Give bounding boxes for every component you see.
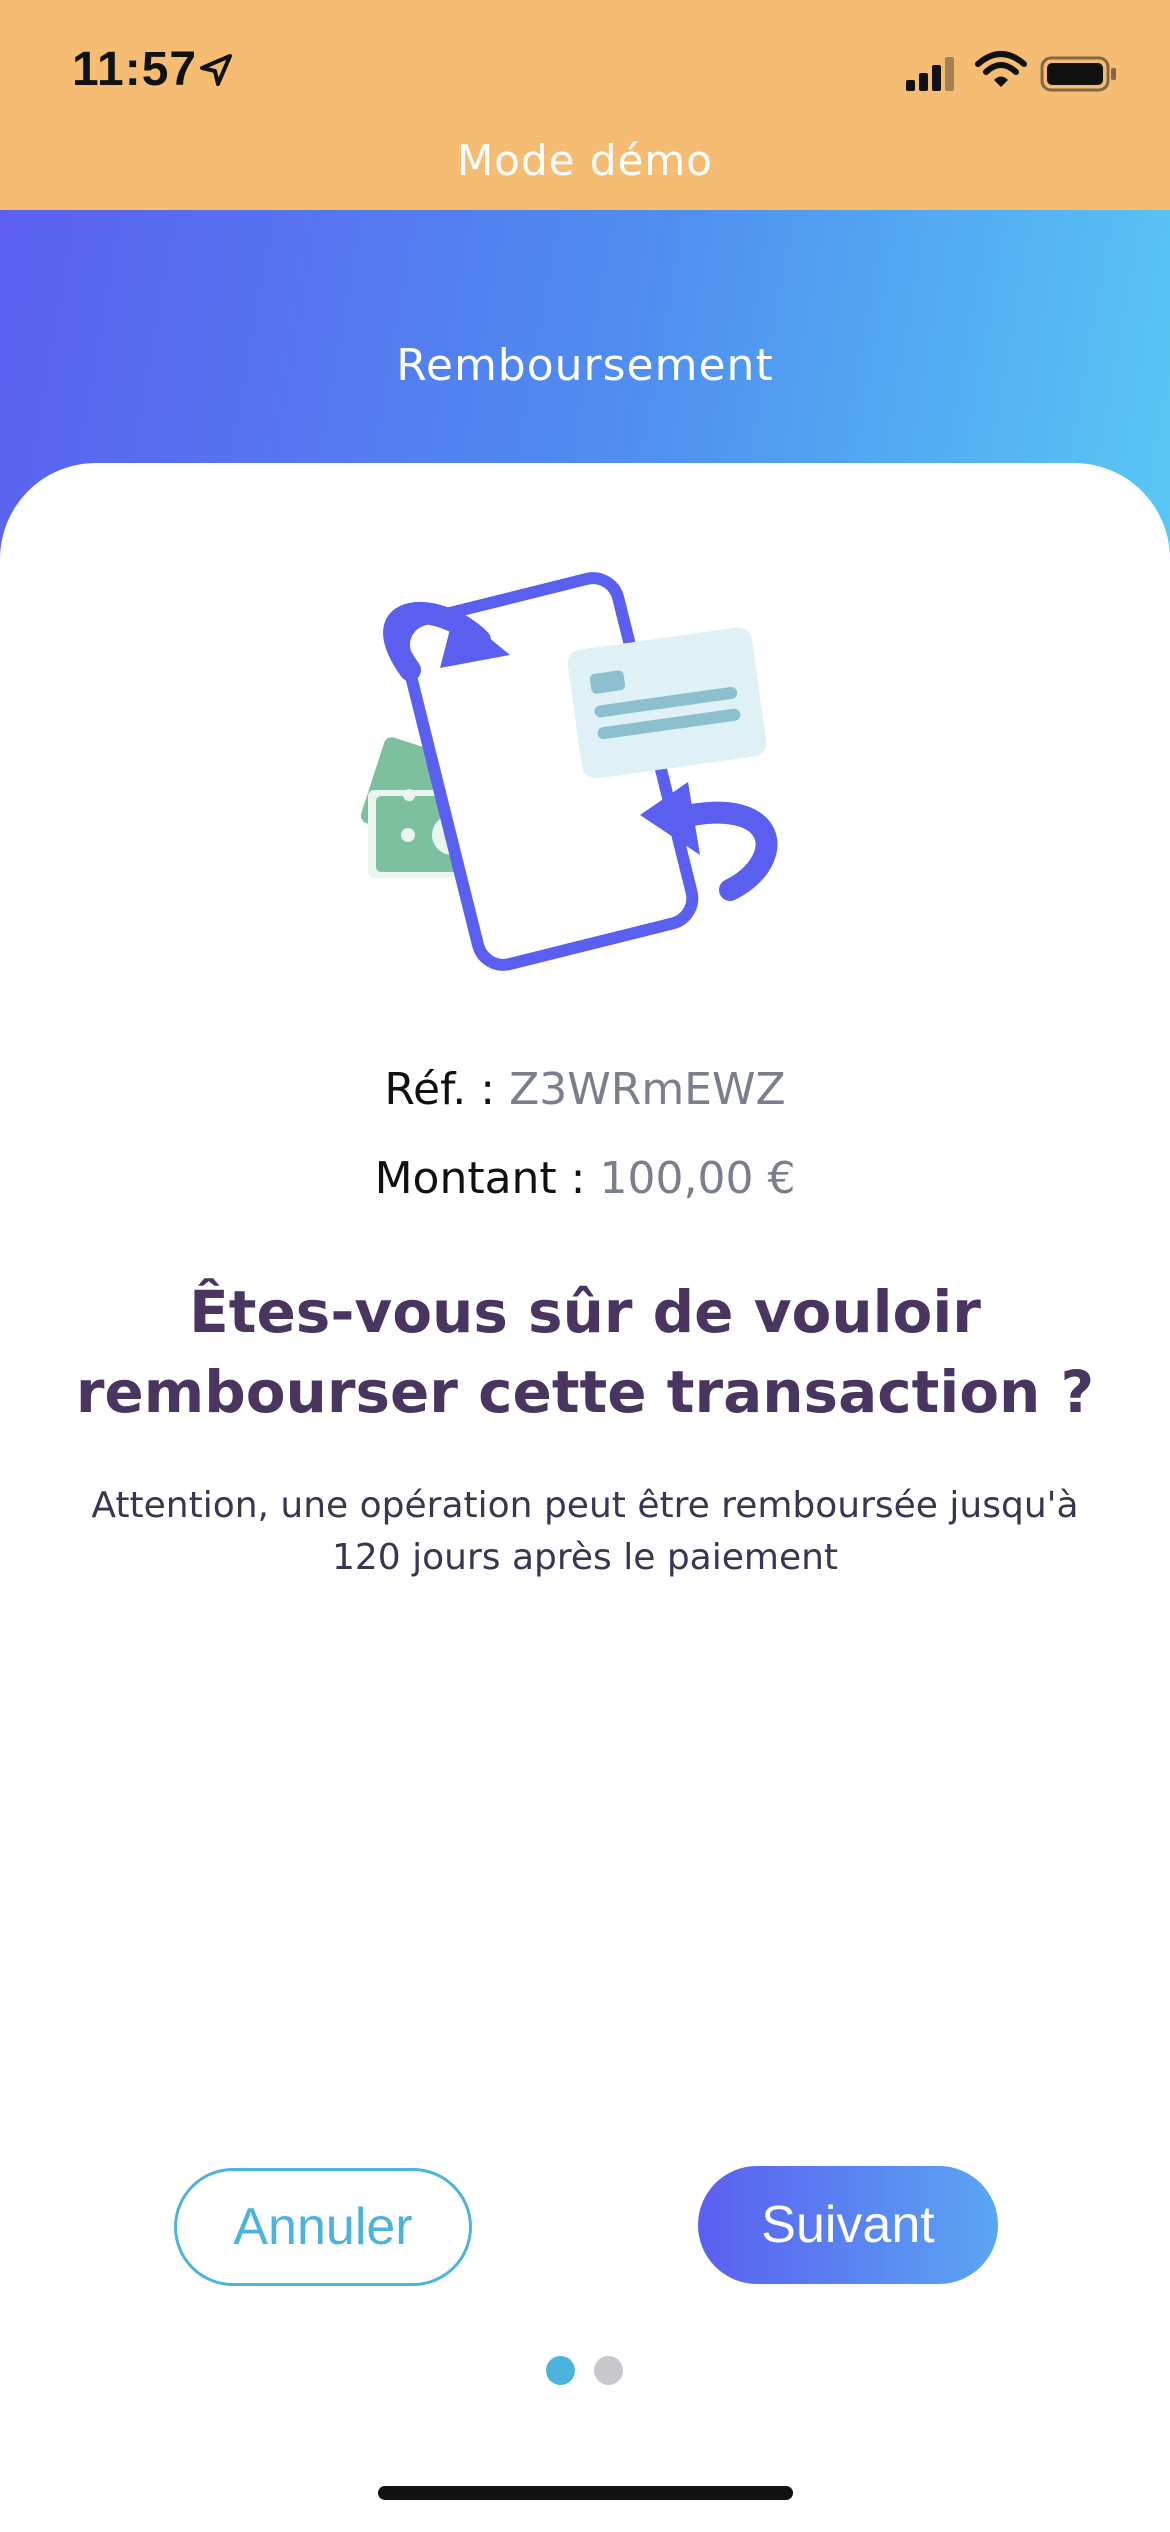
- page-title: Remboursement: [396, 340, 774, 391]
- cellular-signal-icon: [906, 57, 954, 91]
- reference-label: Réf. :: [384, 1064, 496, 1115]
- demo-mode-banner: 11:57 Mode démo: [0, 0, 1170, 210]
- amount-label: Montant :: [374, 1153, 586, 1204]
- wifi-icon: [975, 51, 1027, 87]
- page-indicator: [546, 2356, 626, 2386]
- next-button[interactable]: Suivant: [698, 2166, 998, 2284]
- status-time: 11:57: [72, 43, 198, 96]
- reference-line: Réf. : Z3WRmEWZ: [0, 1064, 1170, 1115]
- refund-screen: 11:57 Mode démo Remboursement Réf.: Z3W…: [0, 0, 1170, 2532]
- page-dot-inactive: [594, 2356, 623, 2385]
- page-dot-active: [546, 2356, 575, 2385]
- reference-value: Z3WRmEWZ: [509, 1064, 786, 1115]
- refund-warning-text: Attention, une opération peut être rembo…: [91, 1485, 1079, 1578]
- refund-card-exchange-icon: [360, 572, 778, 971]
- home-indicator[interactable]: [378, 2486, 793, 2500]
- demo-mode-label: Mode démo: [457, 136, 713, 185]
- battery-icon: [1040, 56, 1116, 92]
- amount-value: 100,00 €: [599, 1153, 796, 1204]
- cancel-button[interactable]: Annuler: [174, 2168, 472, 2286]
- confirmation-question: Êtes-vous sûr de vouloir rembourser cett…: [75, 1278, 1095, 1426]
- location-arrow-icon: [200, 54, 232, 86]
- amount-line: Montant : 100,00 €: [0, 1153, 1170, 1204]
